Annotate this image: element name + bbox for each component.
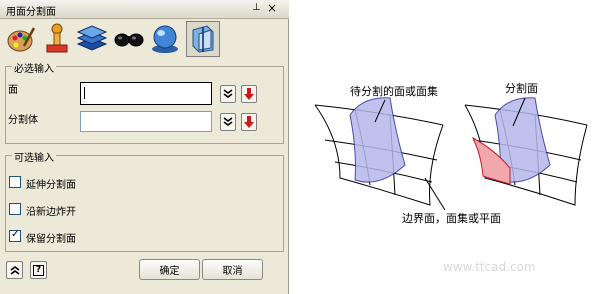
ok-button[interactable]: 确定 (139, 259, 200, 280)
split-face-label: 分割面 (505, 81, 538, 95)
optional-input-group: 可选输入 延伸分割面 沿新边炸开 保留分割面 (5, 149, 284, 252)
red-arrow-down-icon (244, 88, 254, 100)
split-face-diagram: 待分割的面或面集 分割面 边界面，面集或平面 www.ttcad.com (314, 81, 588, 274)
required-legend: 必选输入 (12, 60, 56, 75)
text-caret (84, 87, 85, 99)
body-select-button[interactable] (241, 113, 257, 131)
help-icon: ? (32, 264, 45, 276)
title-bar: 用面分割面 ⊥ × (0, 0, 289, 19)
watermark: www.ttcad.com (443, 260, 536, 274)
sphere-icon[interactable] (148, 21, 182, 57)
cancel-button[interactable]: 取消 (202, 259, 263, 280)
body-expand-button[interactable] (220, 113, 236, 131)
face-expand-button[interactable] (220, 85, 236, 103)
keep-split-face-label: 保留分割面 (26, 234, 76, 245)
extend-split-face-label: 延伸分割面 (26, 180, 76, 191)
face-select-button[interactable] (241, 85, 257, 103)
body-label: 分割体 (8, 115, 38, 126)
pin-icon[interactable]: ⊥ (252, 2, 261, 13)
layers-icon[interactable] (75, 21, 109, 57)
close-button[interactable]: × (267, 1, 277, 15)
double-chevron-down-icon (223, 117, 233, 126)
explode-new-edges-label: 沿新边炸开 (26, 207, 76, 218)
keep-split-face-checkbox[interactable] (9, 229, 21, 242)
body-field[interactable] (80, 111, 212, 132)
help-button[interactable]: ? (30, 261, 47, 279)
glasses-icon[interactable] (112, 21, 146, 57)
split-face-dialog: 用面分割面 ⊥ × 必选输入 面 分割体 可选输入 延伸分割面 沿新边炸开 ✓ … (0, 0, 289, 294)
split-face-icon[interactable] (186, 21, 220, 57)
collapse-button[interactable] (6, 261, 23, 279)
palette-icon[interactable] (4, 21, 38, 57)
double-chevron-up-icon (10, 266, 19, 275)
pedestal-icon[interactable] (39, 21, 73, 57)
explode-new-edges-checkbox[interactable] (9, 203, 21, 215)
face-label: 面 (8, 85, 18, 96)
required-input-group: 必选输入 面 分割体 (5, 60, 284, 144)
boundary-label: 边界面，面集或平面 (402, 211, 501, 225)
face-field[interactable] (80, 82, 212, 105)
extend-split-face-checkbox[interactable] (9, 176, 21, 188)
dialog-title: 用面分割面 (6, 7, 56, 18)
double-chevron-down-icon (223, 89, 233, 98)
optional-legend: 可选输入 (12, 149, 56, 164)
faces-to-split-label: 待分割的面或面集 (350, 84, 438, 98)
right-surface-illustration (464, 97, 588, 206)
red-arrow-down-icon (244, 116, 254, 128)
